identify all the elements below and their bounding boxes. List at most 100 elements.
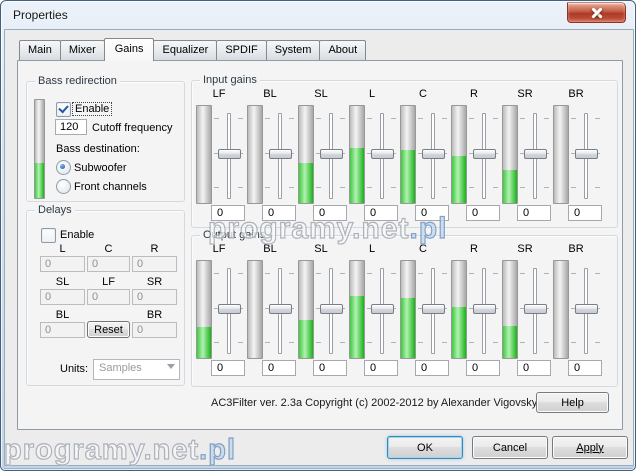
delays-group: Delays Enable L0C0R0SL0LF0SR0BL0ResetBR0… bbox=[26, 210, 185, 386]
level-meter-fill bbox=[401, 298, 415, 358]
channel-label: R bbox=[457, 88, 491, 100]
delay-cell: C0 bbox=[87, 243, 130, 272]
slider-thumb[interactable] bbox=[269, 304, 292, 314]
slider-tick bbox=[367, 187, 372, 188]
slider-thumb[interactable] bbox=[524, 149, 547, 159]
input-gains-group: Input gains LF 0 BL bbox=[191, 80, 618, 228]
channel-label: BL bbox=[253, 88, 287, 100]
close-button[interactable] bbox=[567, 2, 626, 23]
level-meter bbox=[298, 105, 314, 204]
slider-thumb[interactable] bbox=[575, 304, 598, 314]
delay-channel-label: L bbox=[40, 243, 85, 256]
delay-value-input: 0 bbox=[132, 289, 177, 305]
gain-slider[interactable] bbox=[417, 109, 448, 201]
tab-system[interactable]: System bbox=[266, 40, 321, 60]
gain-value-input[interactable]: 0 bbox=[466, 360, 500, 376]
channel-strip: C 0 bbox=[396, 81, 447, 226]
tab-label: About bbox=[328, 44, 357, 56]
gain-slider[interactable] bbox=[570, 109, 601, 201]
slider-thumb[interactable] bbox=[371, 149, 394, 159]
gain-value-input[interactable]: 0 bbox=[211, 205, 245, 221]
help-button[interactable]: Help bbox=[536, 392, 609, 413]
gain-value-input[interactable]: 0 bbox=[211, 360, 245, 376]
level-meter bbox=[247, 105, 263, 204]
ok-button[interactable]: OK bbox=[387, 436, 463, 459]
gain-value-input[interactable]: 0 bbox=[415, 360, 449, 376]
slider-thumb[interactable] bbox=[524, 304, 547, 314]
gain-slider[interactable] bbox=[315, 109, 346, 201]
slider-thumb[interactable] bbox=[422, 304, 445, 314]
slider-thumb[interactable] bbox=[269, 149, 292, 159]
slider-thumb[interactable] bbox=[218, 149, 241, 159]
apply-button[interactable]: Apply bbox=[552, 436, 628, 459]
radio-front-channels[interactable] bbox=[56, 179, 71, 194]
tab-mixer[interactable]: Mixer bbox=[60, 40, 105, 60]
gain-slider[interactable] bbox=[264, 109, 295, 201]
reset-button[interactable]: Reset bbox=[87, 321, 130, 338]
gain-slider[interactable] bbox=[519, 264, 550, 356]
slider-tick bbox=[214, 342, 219, 343]
gain-value-input[interactable]: 0 bbox=[262, 205, 296, 221]
channel-strip: SR 0 bbox=[498, 236, 549, 381]
slider-thumb[interactable] bbox=[473, 149, 496, 159]
gain-slider[interactable] bbox=[213, 264, 244, 356]
channel-strip: R 0 bbox=[447, 236, 498, 381]
gain-value-input[interactable]: 0 bbox=[415, 205, 449, 221]
gain-slider[interactable] bbox=[570, 264, 601, 356]
gain-value-input[interactable]: 0 bbox=[364, 205, 398, 221]
level-meter-fill bbox=[197, 327, 211, 358]
slider-thumb[interactable] bbox=[320, 304, 343, 314]
slider-thumb[interactable] bbox=[218, 304, 241, 314]
gain-slider[interactable] bbox=[468, 264, 499, 356]
gain-value-input[interactable]: 0 bbox=[568, 360, 602, 376]
gain-slider[interactable] bbox=[315, 264, 346, 356]
channel-strip: SL 0 bbox=[294, 81, 345, 226]
slider-tick bbox=[571, 273, 576, 274]
slider-thumb[interactable] bbox=[371, 304, 394, 314]
gain-slider[interactable] bbox=[264, 264, 295, 356]
tab-gains[interactable]: Gains bbox=[104, 38, 155, 61]
gain-value-input[interactable]: 0 bbox=[517, 205, 551, 221]
slider-thumb[interactable] bbox=[422, 149, 445, 159]
gain-value-input[interactable]: 0 bbox=[568, 205, 602, 221]
gain-value-input[interactable]: 0 bbox=[313, 205, 347, 221]
tab-about[interactable]: About bbox=[319, 40, 366, 60]
radio-front-channels-label[interactable]: Front channels bbox=[74, 181, 147, 193]
level-meter-fill bbox=[503, 170, 517, 203]
channel-strip: BR 0 bbox=[549, 236, 600, 381]
gain-slider[interactable] bbox=[366, 264, 397, 356]
slider-tick bbox=[418, 273, 423, 274]
tab-spdif[interactable]: SPDIF bbox=[216, 40, 266, 60]
slider-tick bbox=[367, 273, 372, 274]
gain-slider[interactable] bbox=[366, 109, 397, 201]
gain-value-input[interactable]: 0 bbox=[364, 360, 398, 376]
channel-strip: C 0 bbox=[396, 236, 447, 381]
bass-enable-label[interactable]: Enable bbox=[73, 103, 111, 115]
gain-value-input[interactable]: 0 bbox=[262, 360, 296, 376]
delay-cell: LF0 bbox=[87, 276, 130, 305]
slider-thumb[interactable] bbox=[320, 149, 343, 159]
tab-equalizer[interactable]: Equalizer bbox=[153, 40, 217, 60]
level-meter bbox=[247, 260, 263, 359]
tab-main[interactable]: Main bbox=[19, 40, 61, 60]
tab-label: Mixer bbox=[69, 44, 96, 56]
dropdown-arrow-icon bbox=[167, 364, 175, 369]
radio-subwoofer[interactable] bbox=[56, 160, 71, 175]
slider-tick bbox=[214, 273, 219, 274]
cancel-button[interactable]: Cancel bbox=[472, 436, 548, 459]
gain-slider[interactable] bbox=[417, 264, 448, 356]
gain-slider[interactable] bbox=[468, 109, 499, 201]
slider-thumb[interactable] bbox=[575, 149, 598, 159]
gain-slider[interactable] bbox=[519, 109, 550, 201]
delays-enable-label[interactable]: Enable bbox=[58, 229, 96, 241]
cutoff-frequency-input[interactable]: 120 bbox=[55, 119, 87, 135]
radio-subwoofer-label[interactable]: Subwoofer bbox=[74, 162, 127, 174]
gain-value-input[interactable]: 0 bbox=[517, 360, 551, 376]
slider-thumb[interactable] bbox=[473, 304, 496, 314]
gain-slider[interactable] bbox=[213, 109, 244, 201]
delays-enable-checkbox[interactable] bbox=[41, 228, 56, 243]
gain-value-input[interactable]: 0 bbox=[313, 360, 347, 376]
gain-value-input[interactable]: 0 bbox=[466, 205, 500, 221]
tab-label: Equalizer bbox=[162, 44, 208, 56]
bass-enable-checkbox[interactable] bbox=[56, 102, 71, 117]
